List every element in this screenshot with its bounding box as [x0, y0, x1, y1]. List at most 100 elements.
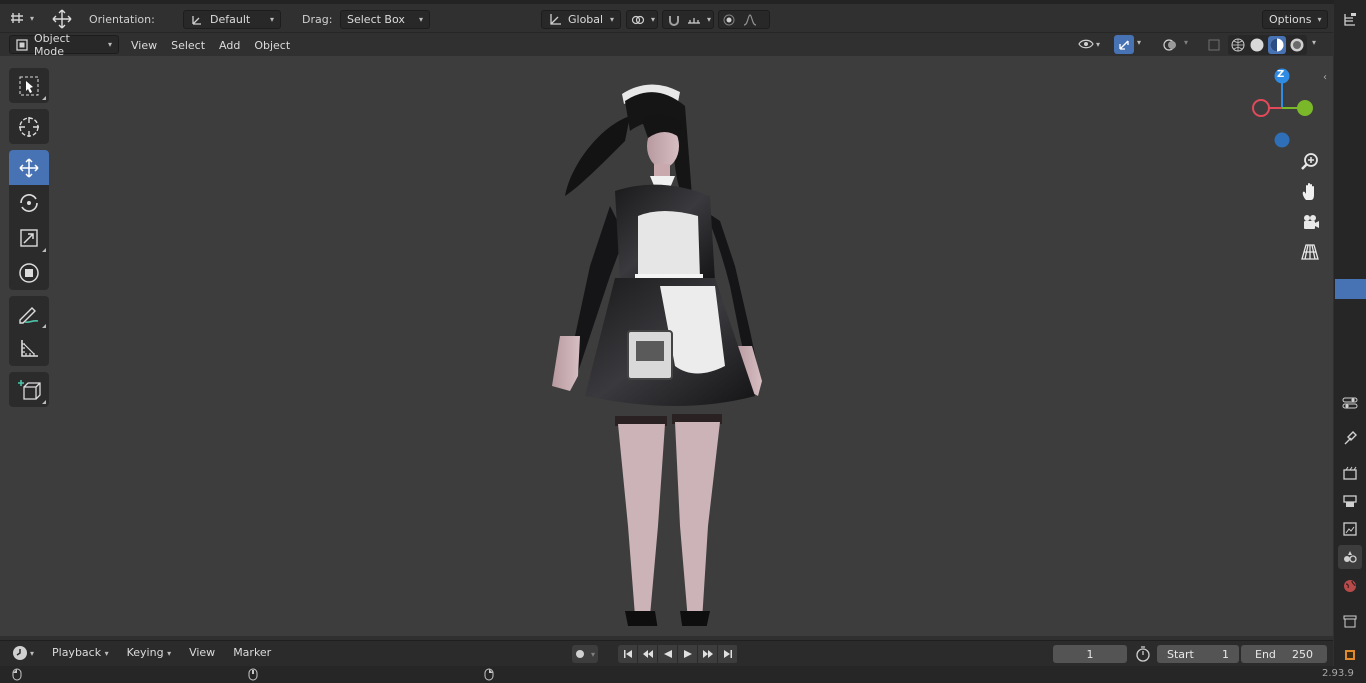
chevron-down-icon: ▾: [269, 15, 274, 24]
play-reverse-button[interactable]: [658, 645, 678, 663]
gizmo-icon: [1117, 38, 1131, 52]
xray-icon: [1208, 39, 1220, 51]
3d-viewport[interactable]: Z ‹: [0, 56, 1333, 636]
chevron-down-icon[interactable]: ▾: [1137, 38, 1141, 47]
overlay-icon: [1163, 38, 1177, 52]
start-frame-field[interactable]: Start 1: [1157, 645, 1239, 663]
tool-icon[interactable]: [1338, 426, 1362, 450]
navigation-gizmo[interactable]: Z: [1244, 66, 1324, 156]
end-frame-field[interactable]: End 250: [1241, 645, 1327, 663]
chevron-down-icon: ▾: [107, 40, 112, 49]
pivot-icon: [631, 13, 645, 27]
menu-playback[interactable]: Playback ▾: [46, 644, 115, 661]
options-dropdown[interactable]: Options ▾: [1262, 10, 1328, 29]
play-button[interactable]: [678, 645, 698, 663]
rendered-shading-icon[interactable]: [1289, 37, 1305, 53]
solid-shading-icon[interactable]: [1249, 37, 1265, 53]
collection-properties-icon[interactable]: [1338, 609, 1362, 633]
orientation-icon: [190, 13, 204, 27]
scale-tool[interactable]: [9, 220, 49, 255]
orientation-dropdown[interactable]: Default ▾: [183, 10, 281, 29]
tool-options-corner-icon: [42, 248, 46, 252]
render-properties-icon[interactable]: [1338, 461, 1362, 485]
world-properties-icon[interactable]: [1338, 574, 1362, 598]
transform-tool[interactable]: [9, 255, 49, 290]
tool-shelf: [9, 68, 49, 413]
jump-keyframe-back-button[interactable]: [638, 645, 658, 663]
falloff-curve-icon: [743, 13, 757, 26]
sidebar-expand-icon[interactable]: ‹: [1323, 72, 1327, 83]
tool-options-corner-icon: [42, 324, 46, 328]
proportional-editing-group[interactable]: [718, 10, 770, 29]
view-layer-properties-icon[interactable]: [1338, 517, 1362, 541]
properties-area-highlight: [1335, 279, 1366, 299]
drag-dropdown[interactable]: Select Box ▾: [340, 10, 430, 29]
timeline-header: ▾ Playback ▾ Keying ▾ View Marker ▾ 1 St…: [0, 640, 1333, 666]
chevron-down-icon: ▾: [30, 648, 35, 658]
eye-icon: [1078, 37, 1094, 51]
pivot-point-dropdown[interactable]: ▾: [626, 10, 658, 29]
timeline-editor-type-button[interactable]: ▾: [12, 645, 34, 661]
chevron-down-icon: ▾: [418, 15, 423, 24]
tool-options-corner-icon: [42, 400, 46, 404]
object-mode-icon: [16, 38, 28, 51]
wireframe-shading-icon[interactable]: [1230, 37, 1246, 53]
add-cube-tool[interactable]: [9, 372, 49, 407]
menu-object[interactable]: Object: [248, 37, 296, 54]
jump-keyframe-forward-button[interactable]: [698, 645, 718, 663]
chevron-down-icon: ▾: [1317, 15, 1322, 24]
mode-dropdown[interactable]: Object Mode ▾: [9, 32, 119, 58]
version-label: 2.93.9: [1322, 668, 1354, 679]
jump-end-button[interactable]: [718, 645, 738, 663]
visibility-dropdown[interactable]: ▾: [1078, 37, 1100, 51]
select-box-tool[interactable]: [9, 68, 49, 103]
xray-toggle-button[interactable]: [1205, 36, 1223, 54]
tool-settings-icon[interactable]: [1338, 391, 1362, 415]
pan-button[interactable]: [1297, 179, 1323, 205]
overlay-toggle-button[interactable]: [1160, 36, 1180, 54]
auto-keying-group[interactable]: ▾: [572, 645, 599, 663]
annotate-pencil-icon: [17, 302, 41, 326]
playback-controls: [618, 645, 738, 663]
menu-select[interactable]: Select: [165, 37, 211, 54]
object-properties-icon[interactable]: [1338, 643, 1362, 667]
scale-icon: [18, 227, 40, 249]
keyframe-back-icon: [642, 649, 654, 659]
menu-add[interactable]: Add: [213, 37, 246, 54]
menu-marker[interactable]: Marker: [227, 644, 277, 661]
outliner-icon[interactable]: [1338, 8, 1362, 32]
mode-value: Object Mode: [34, 31, 70, 58]
camera-view-button[interactable]: [1297, 209, 1323, 235]
move-tool-icon[interactable]: [50, 8, 74, 30]
menu-view[interactable]: View: [125, 37, 163, 54]
menu-keying[interactable]: Keying ▾: [121, 644, 177, 661]
perspective-toggle-button[interactable]: [1297, 239, 1323, 265]
transform-orientation-dropdown[interactable]: Global ▾: [541, 10, 621, 29]
editor-type-button[interactable]: ▾: [10, 10, 34, 26]
mouse-left-icon: [12, 668, 22, 681]
menu-timeline-view[interactable]: View: [183, 644, 221, 661]
scene-properties-icon[interactable]: [1338, 545, 1362, 569]
chevron-down-icon[interactable]: ▾: [1184, 38, 1188, 47]
move-tool[interactable]: [9, 150, 49, 185]
chevron-down-icon: ▾: [609, 15, 614, 24]
cursor-icon: [17, 115, 41, 139]
orientation-value: Default: [210, 13, 251, 26]
snap-dropdown[interactable]: ▾: [662, 10, 714, 29]
chevron-down-icon[interactable]: ▾: [1312, 38, 1316, 47]
mouse-middle-icon: [248, 668, 258, 681]
ruler-icon: [18, 338, 40, 360]
character-model[interactable]: [530, 46, 780, 626]
preview-range-icon[interactable]: [1135, 646, 1151, 662]
material-preview-shading-icon[interactable]: [1268, 36, 1286, 54]
current-frame-field[interactable]: 1: [1053, 645, 1127, 663]
zoom-button[interactable]: [1297, 149, 1323, 175]
cursor-tool[interactable]: [9, 109, 49, 144]
gizmo-toggle-button[interactable]: [1114, 35, 1134, 54]
output-properties-icon[interactable]: [1338, 489, 1362, 513]
rotate-tool[interactable]: [9, 185, 49, 220]
chevron-down-icon: ▾: [591, 649, 596, 659]
annotate-tool[interactable]: [9, 296, 49, 331]
jump-start-button[interactable]: [618, 645, 638, 663]
measure-tool[interactable]: [9, 331, 49, 366]
